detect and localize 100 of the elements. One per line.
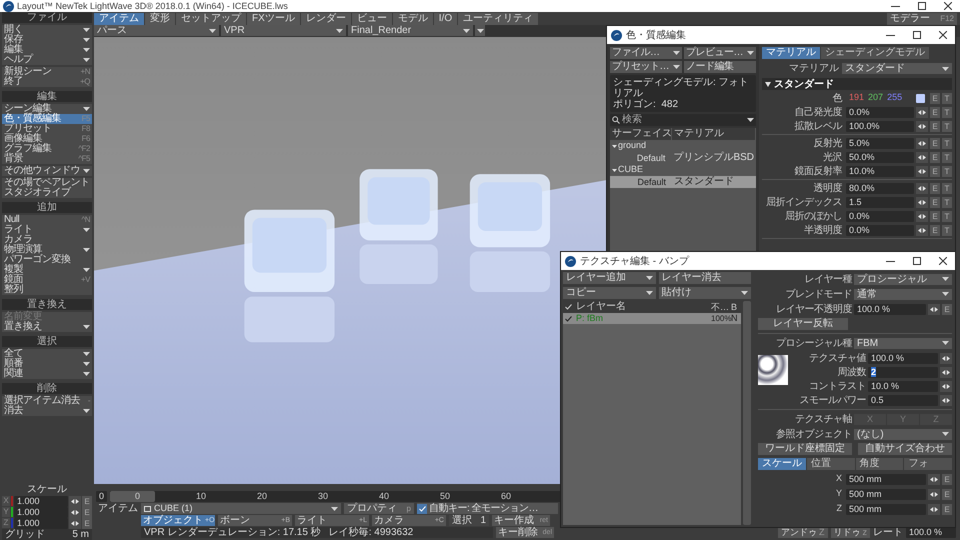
timeline-thumb[interactable]: [110, 491, 156, 502]
spin-button[interactable]: [940, 366, 952, 378]
spin-button[interactable]: [916, 224, 928, 236]
minimize-icon[interactable]: [886, 34, 895, 36]
tab[interactable]: セットアップ: [176, 12, 246, 24]
sidebar-item[interactable]: その他ウィンドウ: [2, 166, 92, 176]
tab[interactable]: ビュー: [352, 12, 392, 24]
input-field[interactable]: 50.0%: [846, 152, 914, 162]
input-field[interactable]: 0.0%: [846, 106, 914, 118]
sidebar-item[interactable]: 関連: [2, 369, 92, 379]
tab[interactable]: マテリアル: [762, 47, 820, 59]
dropdown[interactable]: VPR: [221, 25, 346, 36]
modeler-button[interactable]: モデラー F12: [887, 12, 957, 24]
menu-button[interactable]: [475, 25, 485, 36]
search-box[interactable]: 検索: [610, 114, 756, 126]
spin-button[interactable]: [916, 196, 928, 208]
input-field[interactable]: 500 mm: [846, 474, 926, 484]
input-field[interactable]: 100.0%: [846, 120, 914, 132]
spin-button[interactable]: [940, 352, 952, 364]
envelope-button[interactable]: T: [942, 138, 952, 148]
input-field[interactable]: 0.5: [868, 394, 938, 406]
dropdown[interactable]: (なし): [854, 428, 952, 440]
tab[interactable]: ユーティリティ: [458, 12, 538, 24]
toolbar-button[interactable]: コピー: [563, 287, 656, 299]
input-field[interactable]: 5.0%: [846, 138, 914, 148]
timeline-track[interactable]: 0 10 20 30 40 50 60: [110, 491, 562, 502]
tab[interactable]: 角度: [856, 458, 904, 470]
envelope-button[interactable]: T: [942, 224, 952, 236]
sidebar-item[interactable]: 順番: [2, 359, 92, 369]
expand-arrow-icon[interactable]: [612, 144, 617, 148]
sidebar-item[interactable]: グラフ編集 ^F2: [2, 144, 92, 154]
toolbar-button[interactable]: レイヤー消去: [658, 272, 751, 284]
spin-button[interactable]: [916, 120, 928, 132]
dropdown[interactable]: パース: [94, 25, 219, 36]
undo-button[interactable]: アンドゥ Z: [778, 527, 828, 538]
color-swatch[interactable]: [916, 94, 925, 102]
spin-button[interactable]: [940, 380, 952, 392]
envelope-button[interactable]: E: [942, 504, 952, 514]
toolbar-button[interactable]: ファイル…: [610, 47, 682, 59]
sidebar-item[interactable]: 保存: [2, 35, 92, 45]
input-field[interactable]: 0.0%: [846, 224, 914, 236]
maximize-icon[interactable]: [913, 257, 921, 265]
sidebar-item[interactable]: カメラ: [2, 235, 92, 245]
minimize-icon[interactable]: [886, 260, 895, 262]
spin-button[interactable]: [916, 138, 928, 148]
tab[interactable]: スケール: [758, 458, 806, 470]
envelope-button[interactable]: E: [82, 496, 92, 506]
sidebar-item[interactable]: Null ^N: [2, 215, 92, 225]
tab[interactable]: アイテム: [94, 12, 144, 24]
action-button[interactable]: レイヤー反転: [758, 318, 848, 330]
envelope-button[interactable]: E: [82, 506, 92, 518]
dropdown[interactable]: 通常: [854, 288, 952, 300]
envelope-button[interactable]: T: [942, 92, 952, 104]
section-header[interactable]: スタンダード: [762, 78, 952, 90]
envelope-button[interactable]: T: [942, 196, 952, 208]
close-icon[interactable]: [944, 2, 952, 10]
sidebar-item[interactable]: 鏡面 +V: [2, 275, 92, 285]
tab[interactable]: FXツール: [247, 12, 300, 24]
sidebar-item[interactable]: 背景 ^F5: [2, 154, 92, 164]
input-field[interactable]: 500 mm: [846, 488, 926, 500]
tab[interactable]: I/O: [434, 12, 458, 24]
spin-button[interactable]: [916, 210, 928, 222]
search-field[interactable]: 検索: [622, 114, 745, 126]
action-button[interactable]: 自動サイズ合わせ: [858, 443, 952, 455]
spin-button[interactable]: [69, 496, 81, 506]
sidebar-item[interactable]: 全て: [2, 349, 92, 359]
action-button[interactable]: ワールド座標固定: [758, 443, 852, 455]
spin-button[interactable]: [940, 394, 952, 406]
sidebar-item[interactable]: その場でペアレント: [2, 178, 92, 188]
expand-arrow-icon[interactable]: [612, 168, 617, 172]
envelope-button[interactable]: T: [942, 166, 952, 176]
spin-button[interactable]: [928, 504, 940, 514]
tree-row[interactable]: ground: [610, 140, 756, 152]
input-field[interactable]: 10.0 %: [868, 380, 938, 392]
sidebar-item[interactable]: 置き換え: [2, 322, 92, 332]
envelope-button[interactable]: E: [930, 182, 940, 194]
envelope-button[interactable]: T: [942, 106, 952, 118]
spin-button[interactable]: [928, 488, 940, 500]
input-field[interactable]: 1.000: [14, 496, 68, 506]
toolbar-button[interactable]: レイヤー追加: [563, 272, 656, 284]
spin-button[interactable]: [916, 152, 928, 162]
tab[interactable]: レンダー: [300, 12, 351, 24]
spin-button[interactable]: [928, 474, 940, 484]
envelope-button[interactable]: E: [930, 166, 940, 176]
maximize-icon[interactable]: [913, 31, 921, 39]
input-field[interactable]: 1.000: [14, 518, 68, 528]
envelope-button[interactable]: E: [930, 224, 940, 236]
spin-button[interactable]: [928, 304, 940, 314]
dropdown[interactable]: スタンダード: [842, 63, 952, 74]
sidebar-item[interactable]: ヘルプ: [2, 55, 92, 65]
input-field[interactable]: 100.0 %: [868, 352, 938, 364]
toolbar-button[interactable]: 貼付け: [658, 287, 751, 299]
spin-button[interactable]: [916, 106, 928, 118]
tab[interactable]: モデル: [392, 12, 433, 24]
envelope-button[interactable]: E: [930, 196, 940, 208]
toolbar-button[interactable]: プリセット…: [610, 61, 682, 73]
input-field[interactable]: 2: [868, 366, 938, 378]
layer-row[interactable]: P: fBm 100%N: [563, 313, 741, 324]
sidebar-item[interactable]: 開く: [2, 25, 92, 35]
dropdown[interactable]: Final_Render: [348, 25, 473, 36]
